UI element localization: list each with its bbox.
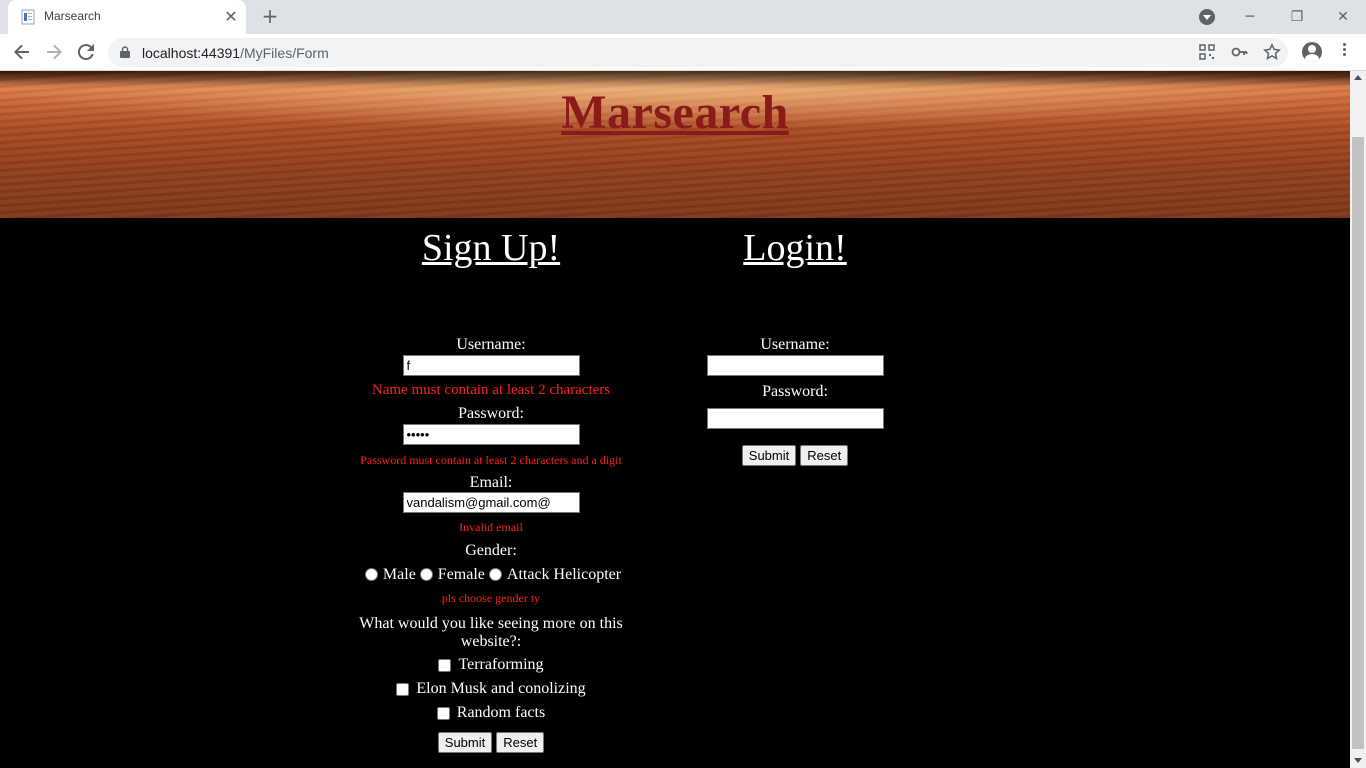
signup-password-error: Password must contain at least 2 charact… bbox=[360, 453, 622, 467]
signup-email-label: Email: bbox=[469, 474, 513, 491]
page-viewport: Marsearch Sign Up! Username: Name must c… bbox=[0, 71, 1350, 768]
interest-label: Terraforming bbox=[458, 656, 544, 673]
login-buttons: Submit Reset bbox=[645, 445, 945, 466]
url-text[interactable]: localhost:44391/MyFiles/Form bbox=[142, 45, 329, 61]
lock-icon[interactable] bbox=[120, 46, 130, 58]
tab-search-icon[interactable] bbox=[1199, 9, 1215, 25]
signup-username-input[interactable] bbox=[402, 355, 580, 376]
signup-heading: Sign Up! bbox=[421, 227, 561, 269]
signup-email-error: Invalid email bbox=[459, 520, 523, 534]
login-password-label: Password: bbox=[762, 383, 828, 400]
login-username-label: Username: bbox=[760, 336, 830, 353]
interest-label: Random facts bbox=[456, 704, 546, 721]
document-icon bbox=[21, 9, 35, 25]
gender-option-label: Male bbox=[382, 565, 416, 583]
signup-form: Sign Up! Username: Name must contain at … bbox=[341, 218, 641, 753]
signup-reset-button[interactable]: Reset bbox=[496, 732, 545, 753]
signup-password-label: Password: bbox=[458, 405, 524, 422]
signup-username-label: Username: bbox=[456, 336, 526, 353]
login-submit-button[interactable]: Submit bbox=[741, 445, 797, 466]
gender-option-label: Female bbox=[437, 565, 485, 583]
interest-checkbox-random-facts[interactable] bbox=[436, 706, 450, 720]
login-password-input[interactable] bbox=[706, 408, 884, 429]
menu-kebab-icon[interactable] bbox=[1338, 41, 1350, 63]
login-username-input[interactable] bbox=[706, 355, 884, 376]
signup-username-error: Name must contain at least 2 characters bbox=[371, 382, 611, 398]
close-window-button[interactable]: ✕ bbox=[1331, 6, 1355, 28]
interest-row: Random facts bbox=[341, 701, 641, 725]
browser-toolbar: localhost:44391/MyFiles/Form bbox=[0, 34, 1366, 71]
gender-radio-female[interactable] bbox=[419, 568, 433, 581]
interest-row: Elon Musk and conolizing bbox=[341, 677, 641, 701]
gender-radio-attack-helicopter[interactable] bbox=[488, 568, 502, 581]
qr-code-icon[interactable] bbox=[1198, 43, 1216, 61]
forward-arrow-icon[interactable] bbox=[42, 40, 66, 64]
page-scrollbar[interactable] bbox=[1350, 71, 1366, 768]
signup-gender-error: pls choose gender ty bbox=[441, 591, 541, 605]
site-title[interactable]: Marsearch bbox=[0, 85, 1350, 140]
scroll-up-arrow-icon[interactable] bbox=[1354, 75, 1362, 80]
browser-tab[interactable]: Marsearch ✕ bbox=[8, 0, 246, 34]
signup-interests-label: What would you like seeing more on this … bbox=[359, 615, 623, 650]
minimize-button[interactable]: ─ bbox=[1238, 6, 1262, 28]
signup-password-input[interactable] bbox=[402, 424, 580, 445]
key-icon[interactable] bbox=[1231, 43, 1249, 61]
login-heading: Login! bbox=[743, 227, 847, 269]
mars-banner: Marsearch bbox=[0, 71, 1350, 218]
profile-avatar-icon[interactable] bbox=[1302, 42, 1322, 62]
signup-buttons: Submit Reset bbox=[341, 732, 641, 753]
interest-checkbox-elon-musk[interactable] bbox=[396, 682, 410, 696]
new-tab-button[interactable]: + bbox=[258, 4, 282, 28]
interest-checkbox-terraforming[interactable] bbox=[438, 658, 452, 672]
restore-button[interactable]: ❐ bbox=[1285, 6, 1309, 28]
login-reset-button[interactable]: Reset bbox=[800, 445, 849, 466]
bookmark-star-icon[interactable] bbox=[1263, 43, 1281, 61]
signup-email-input[interactable] bbox=[402, 492, 580, 513]
signup-submit-button[interactable]: Submit bbox=[437, 732, 493, 753]
reload-icon[interactable] bbox=[74, 40, 98, 64]
interest-row: Terraforming bbox=[341, 653, 641, 677]
gender-radio-group: Male Female Attack Helicopter bbox=[341, 562, 641, 587]
login-form: Login! Username: Password: Submit Reset bbox=[645, 218, 945, 466]
scroll-down-arrow-icon[interactable] bbox=[1354, 758, 1362, 763]
interest-label: Elon Musk and conolizing bbox=[416, 680, 586, 697]
back-arrow-icon[interactable] bbox=[10, 40, 34, 64]
browser-tabstrip: Marsearch ✕ + ─ ❐ ✕ bbox=[0, 0, 1366, 34]
scrollbar-thumb[interactable] bbox=[1352, 137, 1364, 749]
gender-option-label: Attack Helicopter bbox=[506, 565, 622, 583]
tab-title: Marsearch bbox=[44, 9, 101, 23]
tab-close-icon[interactable]: ✕ bbox=[222, 8, 240, 26]
signup-gender-label: Gender: bbox=[465, 542, 517, 559]
address-bar[interactable]: localhost:44391/MyFiles/Form bbox=[108, 38, 1288, 67]
gender-radio-male[interactable] bbox=[364, 568, 378, 581]
